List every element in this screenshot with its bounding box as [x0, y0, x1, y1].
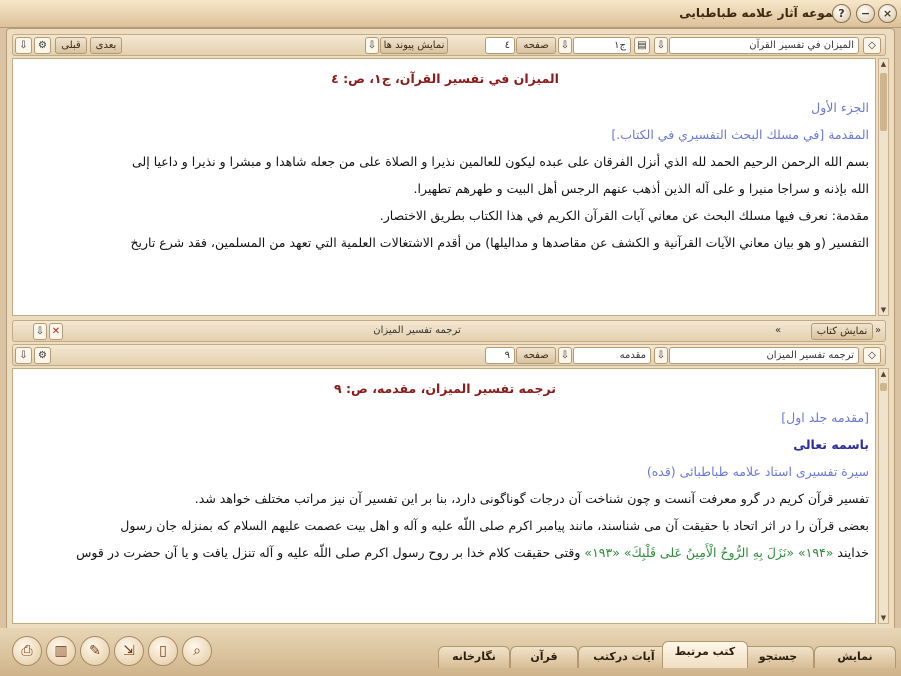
bottom-text-pane: ترجمه تفسير الميزان، مقدمه، ص: ۹ [مقدمه … — [12, 368, 876, 624]
next-button[interactable]: بعدی — [90, 37, 122, 54]
close-icon[interactable]: × — [878, 4, 897, 23]
bookmark-icon[interactable]: ◇ — [863, 37, 881, 54]
volume-dropdown-icon[interactable]: ⇩ — [558, 37, 572, 54]
wrench-icon[interactable]: ⚙ — [34, 37, 51, 54]
text-line: بسم الله الرحمن الرحيم الحمد لله الذي أن… — [132, 154, 869, 169]
bookmark-icon[interactable]: ◇ — [863, 347, 881, 364]
top-scrollbar[interactable]: ▲ ▼ — [878, 58, 889, 316]
search-icon[interactable]: ⌕ — [182, 636, 212, 666]
help-icon[interactable]: ? — [832, 4, 851, 23]
chevron-double-right-icon[interactable]: » — [873, 323, 883, 340]
scroll-down-icon[interactable]: ▼ — [879, 613, 888, 623]
quran-verse[interactable]: «نَزَلَ بِهِ الرُّوحُ الْأَمِينُ عَلى‏ ق… — [624, 545, 794, 560]
page-label: صفحه — [516, 347, 556, 364]
title-bar: مجموعه آثار علامه طباطبایی ? − × — [0, 0, 901, 28]
tab-gallery[interactable]: نگارخانه — [438, 646, 510, 668]
page-icon[interactable]: ▯ — [148, 636, 178, 666]
page-input[interactable]: ٤ — [485, 37, 515, 54]
text-line: تفسير قرآن كريم در گرو معرفت آنست و چون … — [194, 491, 869, 506]
close-translation-icon[interactable]: ✕ — [49, 323, 63, 340]
bottom-page-header: ترجمه تفسير الميزان، مقدمه، ص: ۹ — [334, 381, 556, 396]
book-icon[interactable]: ▤ — [634, 37, 650, 54]
translation-title: ترجمه تفسیر المیزان — [373, 325, 461, 336]
print-icon[interactable]: ⎙ — [12, 636, 42, 666]
book-select[interactable]: الميزان في تفسير القرآن — [669, 37, 859, 54]
note-icon[interactable]: ✎ — [80, 636, 110, 666]
top-page-header: الميزان في تفسير القرآن، ج۱، ص: ٤ — [331, 71, 559, 86]
tab-quran[interactable]: قرآن — [510, 646, 578, 668]
links-dropdown-icon[interactable]: ⇩ — [365, 37, 379, 54]
show-links-button[interactable]: نمایش پیوند ها — [380, 37, 448, 54]
volume-select[interactable]: مقدمه — [573, 347, 651, 364]
text-line: مقدمة: نعرف فيها مسلك البحث عن معاني آيا… — [379, 208, 869, 223]
wrench-icon[interactable]: ⚙ — [34, 347, 51, 364]
page-label: صفحه — [516, 37, 556, 54]
scroll-thumb[interactable] — [880, 383, 887, 391]
text-line: بعضى قرآن را در اثر اتحاد با حقيقت آن مى… — [120, 518, 869, 533]
scroll-up-icon[interactable]: ▲ — [879, 59, 888, 69]
book-select[interactable]: ترجمه تفسير الميزان — [669, 347, 859, 364]
bottom-toolbar: ⇩ ⚙ ۹ صفحه ⇩ مقدمه ⇩ ترجمه تفسير الميزان… — [12, 344, 886, 366]
verse-ref: «۱۹۳» — [584, 545, 620, 560]
minimize-icon[interactable]: − — [856, 4, 875, 23]
text-line: [مقدمه جلد اول] — [781, 410, 869, 425]
volume-dropdown-icon[interactable]: ⇩ — [558, 347, 572, 364]
verse-ref: «۱۹۴» — [797, 545, 834, 560]
bottom-text-content: ترجمه تفسير الميزان، مقدمه، ص: ۹ [مقدمه … — [21, 369, 869, 623]
export-icon[interactable]: ⇲ — [114, 636, 144, 666]
tab-related-books[interactable]: کتب مرتبط — [662, 641, 748, 668]
arrow-down-icon[interactable]: ⇩ — [15, 37, 32, 54]
text-line: الله بإذنه و سراجا منيرا و على آله الذين… — [413, 181, 869, 196]
text-line: وقتى حقيقت كلام خدا بر روح رسول اكرم صلى… — [76, 545, 581, 560]
prev-button[interactable]: قبلی — [55, 37, 87, 54]
translation-bar: ⇩ ✕ ترجمه تفسیر المیزان « نمایش کتاب » — [12, 320, 886, 342]
top-toolbar: ⇩ ⚙ قبلی بعدی ⇩ نمایش پیوند ها ٤ صفحه ⇩ … — [12, 34, 886, 56]
book-dropdown-icon[interactable]: ⇩ — [654, 37, 668, 54]
scroll-down-icon[interactable]: ▼ — [879, 305, 888, 315]
arrow-down-icon[interactable]: ⇩ — [33, 323, 47, 340]
books-icon[interactable]: ▥ — [46, 636, 76, 666]
chevron-double-left-icon[interactable]: « — [771, 323, 785, 340]
scroll-thumb[interactable] — [880, 73, 887, 131]
tab-verses-in-books[interactable]: آیات درکتب — [578, 646, 670, 668]
tab-display[interactable]: نمایش — [814, 646, 896, 668]
window-title: مجموعه آثار علامه طباطبایی — [679, 6, 849, 20]
arrow-down-icon[interactable]: ⇩ — [15, 347, 32, 364]
tab-search[interactable]: جستجو — [742, 646, 814, 668]
verse-line: خدايند «۱۹۴» «نَزَلَ بِهِ الرُّوحُ الْأَ… — [21, 539, 869, 566]
text-line: التفسير (و هو بيان معاني الآيات القرآنية… — [130, 235, 869, 250]
top-text-pane: الميزان في تفسير القرآن، ج۱، ص: ٤ الجزء … — [12, 58, 876, 316]
bottom-scrollbar[interactable]: ▲ ▼ — [878, 368, 889, 624]
scroll-up-icon[interactable]: ▲ — [879, 369, 888, 379]
volume-select[interactable]: ج۱ — [573, 37, 631, 54]
text-line: باسمه تعالى — [793, 437, 869, 452]
page-input[interactable]: ۹ — [485, 347, 515, 364]
book-dropdown-icon[interactable]: ⇩ — [654, 347, 668, 364]
text-line: المقدمة [في مسلك البحث التفسيري في الكتا… — [611, 127, 869, 142]
top-text-content: الميزان في تفسير القرآن، ج۱، ص: ٤ الجزء … — [21, 59, 869, 315]
text-line: سيرة تفسيرى استاد علامه طباطبائى (قده) — [646, 464, 869, 479]
line-lead: خدايند — [837, 545, 869, 560]
text-line: الجزء الأول — [811, 100, 869, 115]
show-book-button[interactable]: نمایش کتاب — [811, 323, 873, 340]
